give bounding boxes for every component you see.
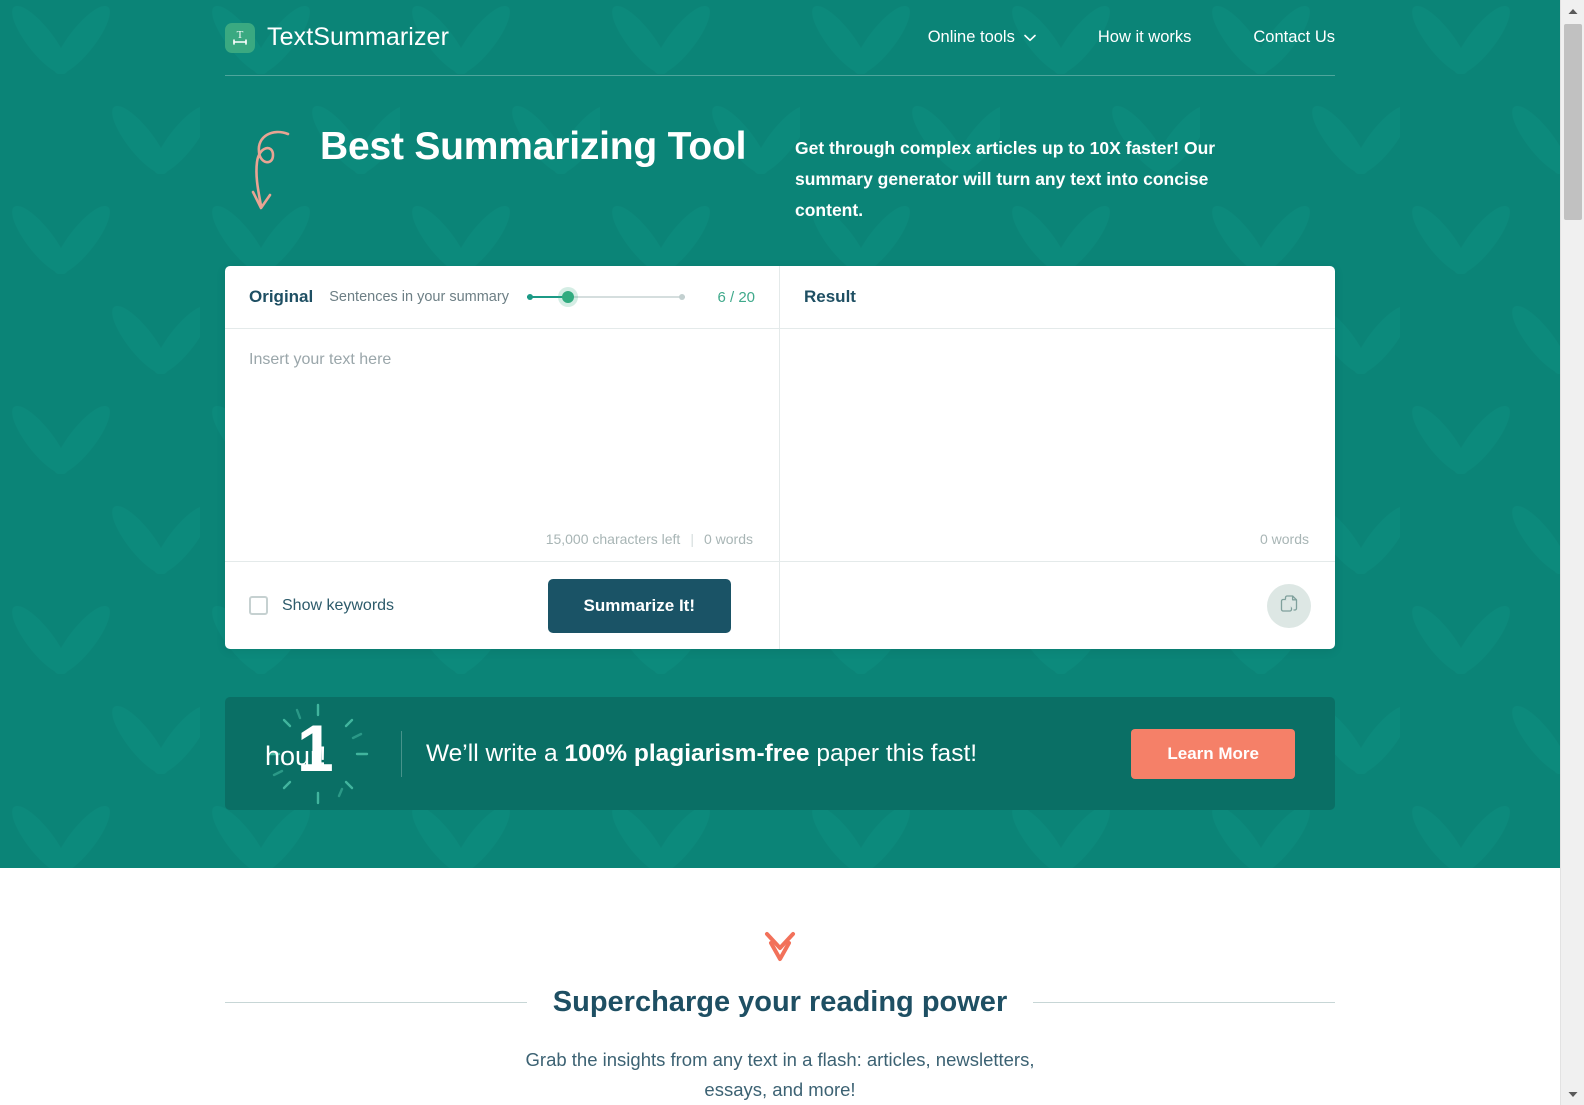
original-textarea-placeholder: Insert your text here xyxy=(249,351,392,369)
double-chevron-down-icon xyxy=(225,930,1335,964)
original-pane-footer: Show keywords Summarize It! xyxy=(225,561,779,649)
section-subtitle: Grab the insights from any text in a fla… xyxy=(525,1049,1035,1100)
original-pane-meta: 15,000 characters left | 0 words xyxy=(225,531,779,561)
result-word-count: 0 words xyxy=(1259,531,1309,548)
text-summarizer-logo-icon: T xyxy=(225,22,255,53)
svg-text:T: T xyxy=(237,29,244,41)
lower-content-wrap: Supercharge your reading power Grab the … xyxy=(225,930,1336,1105)
slider-thumb[interactable] xyxy=(558,287,579,308)
section-title: Supercharge your reading power xyxy=(552,986,1008,1018)
summarizer-tool-card: Original Sentences in your summary 6 / 2… xyxy=(225,266,1335,650)
original-pane: Original Sentences in your summary 6 / 2… xyxy=(225,266,780,650)
result-pane-footer xyxy=(780,561,1335,649)
promo-text: We’ll write a 100% plagiarism-free paper… xyxy=(426,740,977,768)
brand-logo-link[interactable]: T TextSummarizer xyxy=(225,22,449,53)
nav-links: Online tools How it works Contact Us xyxy=(866,22,1335,53)
hero-description: Get through complex articles up to 10X f… xyxy=(795,138,1216,221)
hero-body: Best Summarizing Tool Get through comple… xyxy=(225,76,1335,226)
summarize-button[interactable]: Summarize It! xyxy=(547,578,731,633)
promo-badge-unit: hour! xyxy=(265,741,327,772)
promo-text-prefix: We’ll write a xyxy=(426,739,565,767)
page-title: Best Summarizing Tool xyxy=(320,125,747,168)
result-pane-meta: 0 words xyxy=(780,531,1335,561)
learn-more-button[interactable]: Learn More xyxy=(1131,728,1295,779)
copy-icon xyxy=(1279,594,1299,617)
show-keywords-label[interactable]: Show keywords xyxy=(282,597,394,615)
hero-section: T TextSummarizer Online tools How it wor… xyxy=(0,0,1560,868)
promo-text-bold: 100% plagiarism-free xyxy=(564,739,810,767)
meta-separator: | xyxy=(690,531,694,548)
nav-item-how-it-works[interactable]: How it works xyxy=(1098,22,1192,53)
promo-text-suffix: paper this fast! xyxy=(809,739,978,767)
scroll-up-arrow-icon[interactable] xyxy=(1561,0,1584,22)
divider-right xyxy=(1033,1002,1336,1003)
original-textarea[interactable]: Insert your text here xyxy=(225,329,779,531)
sentences-slider-value: 6 / 20 xyxy=(717,288,755,306)
scrollbar-thumb[interactable] xyxy=(1564,24,1582,220)
curly-arrow-icon xyxy=(243,122,303,227)
page-scrollbar[interactable] xyxy=(1560,0,1584,1105)
original-pane-header: Original Sentences in your summary 6 / 2… xyxy=(225,266,779,330)
promo-banner: 1 hour! We’ll write a 100% plagiarism-fr… xyxy=(225,697,1335,811)
result-pane-header: Result xyxy=(780,266,1335,330)
original-word-count: 0 words xyxy=(703,531,753,548)
promo-divider xyxy=(401,730,402,777)
hero-content-wrap: T TextSummarizer Online tools How it wor… xyxy=(225,0,1335,811)
result-pane-title: Result xyxy=(804,287,856,307)
top-navigation: T TextSummarizer Online tools How it wor… xyxy=(225,0,1335,76)
nav-item-online-tools-label: Online tools xyxy=(927,28,1015,46)
show-keywords-checkbox[interactable] xyxy=(249,596,268,616)
promo-badge: 1 hour! xyxy=(253,697,383,810)
original-pane-title: Original xyxy=(249,287,314,307)
characters-left-text: 15,000 characters left xyxy=(545,531,681,548)
sentences-slider[interactable] xyxy=(526,287,686,308)
slider-dot-min xyxy=(526,294,533,301)
hero-left: Best Summarizing Tool xyxy=(225,116,795,210)
page-viewport: T TextSummarizer Online tools How it wor… xyxy=(0,0,1560,1105)
copy-result-button[interactable] xyxy=(1267,583,1311,628)
result-pane: Result 0 words xyxy=(780,266,1335,649)
divider-left xyxy=(225,1002,527,1003)
brand-name: TextSummarizer xyxy=(267,23,449,51)
result-output xyxy=(780,329,1335,531)
chevron-down-icon xyxy=(1024,28,1036,47)
features-intro-section: Supercharge your reading power Grab the … xyxy=(0,868,1560,1105)
scroll-down-arrow-icon[interactable] xyxy=(1561,1083,1584,1105)
slider-dot-max xyxy=(679,294,686,301)
nav-item-contact-us[interactable]: Contact Us xyxy=(1253,22,1335,53)
section-heading-row: Supercharge your reading power xyxy=(225,986,1336,1019)
nav-item-online-tools[interactable]: Online tools xyxy=(928,22,1036,53)
sentences-slider-label: Sentences in your summary xyxy=(329,289,509,306)
